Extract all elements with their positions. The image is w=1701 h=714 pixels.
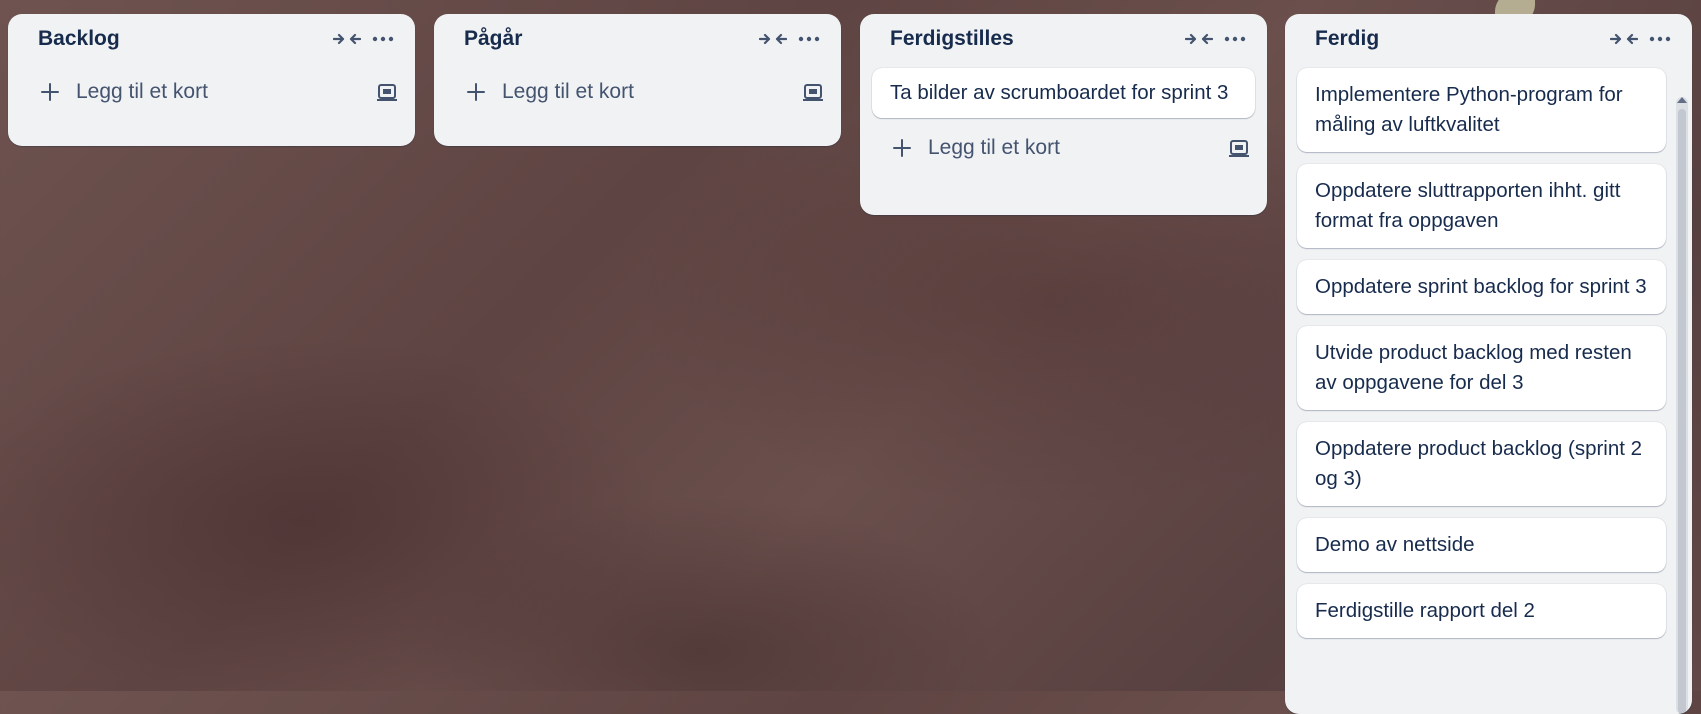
- plus-icon: [892, 138, 916, 158]
- add-card-label: Legg til et kort: [928, 136, 1060, 159]
- card[interactable]: Utvide product backlog med resten av opp…: [1297, 326, 1666, 410]
- plus-icon: [466, 82, 490, 102]
- more-icon[interactable]: [791, 21, 827, 57]
- add-card-button[interactable]: Legg til et kort: [442, 70, 833, 114]
- card[interactable]: Demo av nettside: [1297, 518, 1666, 572]
- more-icon[interactable]: [1217, 21, 1253, 57]
- card[interactable]: Implementere Python-program for måling a…: [1297, 68, 1666, 152]
- card[interactable]: Oppdatere product backlog (sprint 2 og 3…: [1297, 422, 1666, 506]
- collapse-icon[interactable]: [1606, 21, 1642, 57]
- more-icon[interactable]: [365, 21, 401, 57]
- collapse-icon[interactable]: [755, 21, 791, 57]
- plus-icon: [40, 82, 64, 102]
- add-card-button[interactable]: Legg til et kort: [868, 126, 1259, 170]
- add-card-label: Legg til et kort: [76, 80, 208, 103]
- add-card-label: Legg til et kort: [502, 80, 634, 103]
- collapse-icon[interactable]: [329, 21, 365, 57]
- list-header: Ferdig: [1285, 14, 1692, 64]
- list-title[interactable]: Pågår: [464, 27, 755, 51]
- template-icon[interactable]: [1227, 138, 1251, 158]
- list-title[interactable]: Backlog: [38, 27, 329, 51]
- list-header: Backlog: [8, 14, 415, 64]
- list-ferdigstilles: Ferdigstilles Ta bilder av scrumboardet …: [860, 14, 1267, 215]
- template-icon[interactable]: [801, 82, 825, 102]
- list-title[interactable]: Ferdig: [1315, 27, 1606, 51]
- list-title[interactable]: Ferdigstilles: [890, 27, 1181, 51]
- list-ferdig: Ferdig Implementere Python-program for m…: [1285, 14, 1692, 714]
- more-icon[interactable]: [1642, 21, 1678, 57]
- card[interactable]: Ferdigstille rapport del 2: [1297, 584, 1666, 638]
- list-backlog: Backlog Legg til et kort: [8, 14, 415, 146]
- card-list: Implementere Python-program for måling a…: [1285, 68, 1678, 638]
- scroll-up-arrow-icon[interactable]: [1677, 97, 1687, 103]
- template-icon[interactable]: [375, 82, 399, 102]
- list-pagar: Pågår Legg til et kort: [434, 14, 841, 146]
- add-card-button[interactable]: Legg til et kort: [16, 70, 407, 114]
- scrollbar-thumb[interactable]: [1678, 109, 1686, 714]
- collapse-icon[interactable]: [1181, 21, 1217, 57]
- card[interactable]: Oppdatere sluttrapporten ihht. gitt form…: [1297, 164, 1666, 248]
- list-header: Ferdigstilles: [860, 14, 1267, 64]
- list-header: Pågår: [434, 14, 841, 64]
- card[interactable]: Ta bilder av scrumboardet for sprint 3: [872, 68, 1255, 118]
- list-scrollbar[interactable]: [1676, 97, 1688, 714]
- card[interactable]: Oppdatere sprint backlog for sprint 3: [1297, 260, 1666, 314]
